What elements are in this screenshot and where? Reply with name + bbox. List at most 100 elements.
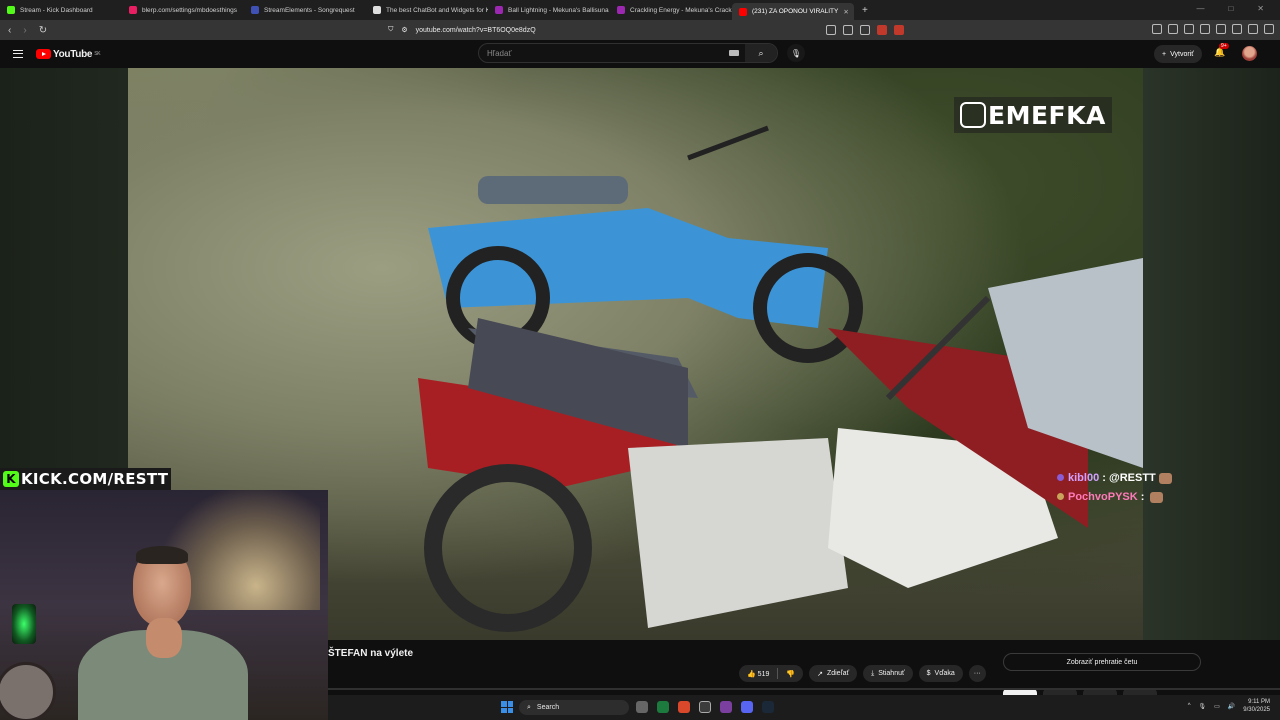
- dislike-button[interactable]: 👎: [786, 670, 795, 678]
- tab-title: Crackling Energy - Mekuna's Crackli: [630, 6, 732, 14]
- bookmark-icon[interactable]: ⛉: [388, 26, 393, 34]
- task-view-icon[interactable]: [636, 701, 648, 713]
- tab-title: StreamElements - Songrequest: [264, 6, 355, 14]
- minimize-icon[interactable]: —: [1196, 4, 1204, 13]
- keyboard-icon[interactable]: [729, 50, 739, 56]
- voice-search-button[interactable]: 🎙: [787, 44, 805, 62]
- reload-icon[interactable]: ↻: [39, 25, 47, 36]
- tab-search-icon[interactable]: [1168, 24, 1178, 34]
- music-icon[interactable]: [1184, 24, 1194, 34]
- browser-tab[interactable]: Stream - Kick Dashboard: [0, 0, 122, 20]
- extensions-icon[interactable]: [1152, 24, 1162, 34]
- youtube-wordmark: YouTube: [53, 48, 93, 60]
- youtube-header: YouTube SK Hľadať ⌕ 🎙 + Vytvoriť 🔔 9+: [0, 40, 1280, 68]
- translate-icon[interactable]: [843, 25, 853, 35]
- system-tray: ^ 🎙 ▭ 🔊 9:11 PM 9/30/2025: [1188, 698, 1270, 714]
- xbox-icon[interactable]: [657, 701, 669, 713]
- share-arrow-icon: ↗: [817, 670, 823, 678]
- download-button[interactable]: ⤓ Stiahnuť: [863, 665, 913, 682]
- search-button[interactable]: ⌕: [745, 44, 777, 62]
- chat-username: PochvoPYSK: [1068, 491, 1138, 503]
- tab-favicon-icon: [495, 6, 503, 14]
- windows-start-icon[interactable]: [501, 701, 513, 713]
- screenshot-icon[interactable]: [1216, 24, 1226, 34]
- tab-title: blerp.com/settings/mbdoesthings: [142, 6, 238, 14]
- youtube-logo[interactable]: YouTube SK: [36, 48, 101, 60]
- browser-tab[interactable]: Ball Lightning - Mekuna's Ballisuna: [488, 0, 610, 20]
- taskbar-apps: [636, 701, 774, 713]
- tab-favicon-icon: [739, 7, 747, 16]
- search-input[interactable]: Hľadať: [487, 49, 511, 58]
- chat-username: kibl00: [1068, 472, 1100, 484]
- chat-text: @RESTT: [1108, 472, 1156, 484]
- user-avatar[interactable]: [1242, 46, 1257, 61]
- tab-title: (231) ZA OPONOU VIRALITY: [752, 8, 839, 15]
- create-button[interactable]: + Vytvoriť: [1154, 45, 1202, 63]
- clock-time: 9:11 PM: [1248, 699, 1270, 705]
- chat-message: PochvoPYSK :: [1057, 488, 1172, 507]
- rewards-icon[interactable]: [894, 25, 904, 35]
- show-chat-replay-button[interactable]: Zobraziť prehratie četu: [1003, 653, 1201, 671]
- discord-icon[interactable]: [741, 701, 753, 713]
- search-box[interactable]: Hľadať ⌕: [478, 43, 778, 63]
- kick-url-text: KICK.COM/RESTT: [21, 470, 169, 488]
- hamburger-menu-icon[interactable]: [13, 50, 23, 58]
- chrome-icon[interactable]: [699, 701, 711, 713]
- sidebar-icon[interactable]: [1200, 24, 1210, 34]
- chat-badge-icon: [1057, 493, 1064, 500]
- thanks-button[interactable]: $ Vďaka: [918, 665, 963, 682]
- site-info-icon[interactable]: ⚙: [401, 26, 407, 34]
- shield-icon[interactable]: [877, 25, 887, 35]
- volume-icon[interactable]: 🔊: [1228, 703, 1235, 710]
- mic-tray-icon[interactable]: 🎙: [1199, 703, 1207, 710]
- menu-icon[interactable]: [1264, 24, 1274, 34]
- clock[interactable]: 9:11 PM 9/30/2025: [1243, 698, 1270, 714]
- webcam-overlay: [0, 490, 328, 720]
- tab-title: The best ChatBot and Widgets for K: [386, 6, 488, 14]
- show-chat-label: Zobraziť prehratie četu: [1066, 658, 1138, 666]
- twitch-icon[interactable]: [720, 701, 732, 713]
- taskbar-search[interactable]: ⌕ Search: [519, 700, 629, 715]
- forward-icon[interactable]: ›: [23, 25, 26, 36]
- vpn-icon[interactable]: [1248, 24, 1258, 34]
- close-tab-icon[interactable]: ✕: [843, 8, 848, 16]
- browser-tab[interactable]: StreamElements - Songrequest: [244, 0, 366, 20]
- tab-title: Ball Lightning - Mekuna's Ballisuna: [508, 6, 609, 14]
- search-icon: ⌕: [758, 47, 764, 58]
- browser-tab[interactable]: The best ChatBot and Widgets for K: [366, 0, 488, 20]
- network-icon[interactable]: ▭: [1214, 703, 1220, 710]
- video-title: ŠTEFAN na výlete: [328, 648, 414, 659]
- cast-icon[interactable]: [826, 25, 836, 35]
- clock-date: 9/30/2025: [1243, 707, 1270, 713]
- browser-tab[interactable]: (231) ZA OPONOU VIRALITY ✕: [732, 3, 854, 20]
- maximize-icon[interactable]: □: [1228, 4, 1233, 13]
- like-button[interactable]: 👍 519: [747, 670, 769, 678]
- address-bar: ‹ › ↻ ⛉ ⚙ youtube.com/watch?v=BT6OQ0e8dz…: [0, 20, 1280, 40]
- wallet-icon[interactable]: [1232, 24, 1242, 34]
- steam-icon[interactable]: [762, 701, 774, 713]
- like-dislike-group: 👍 519 👎: [739, 665, 804, 682]
- browser-tab[interactable]: blerp.com/settings/mbdoesthings: [122, 0, 244, 20]
- toolbar-extensions: [1152, 24, 1274, 34]
- brave-browser-icon[interactable]: [678, 701, 690, 713]
- close-window-icon[interactable]: ✕: [1257, 4, 1264, 13]
- back-icon[interactable]: ‹: [8, 25, 11, 36]
- emote-icon: [1158, 472, 1172, 484]
- url-text[interactable]: youtube.com/watch?v=BT6OQ0e8dzQ: [416, 27, 536, 34]
- tab-title: Stream - Kick Dashboard: [20, 6, 93, 14]
- share-icon[interactable]: [860, 25, 870, 35]
- tray-chevron-icon[interactable]: ^: [1188, 703, 1191, 709]
- download-icon: ⤓: [871, 669, 875, 677]
- share-button[interactable]: ↗ Zdieľať: [809, 665, 858, 682]
- new-tab-button[interactable]: +: [862, 5, 868, 16]
- page-scrollbar[interactable]: [328, 688, 1280, 690]
- kick-logo-icon: K: [3, 471, 19, 487]
- kick-url-banner: K KICK.COM/RESTT: [0, 468, 172, 490]
- more-actions-button[interactable]: ···: [968, 665, 986, 682]
- youtube-play-icon: [36, 49, 51, 59]
- chat-message: kibl00 : @RESTT: [1057, 469, 1172, 488]
- browser-tab[interactable]: Crackling Energy - Mekuna's Crackli: [610, 0, 732, 20]
- webcam-green-light: [12, 604, 36, 644]
- notifications-button[interactable]: 🔔 9+: [1214, 43, 1229, 58]
- chat-overlay: kibl00 : @RESTT PochvoPYSK :: [1057, 469, 1172, 507]
